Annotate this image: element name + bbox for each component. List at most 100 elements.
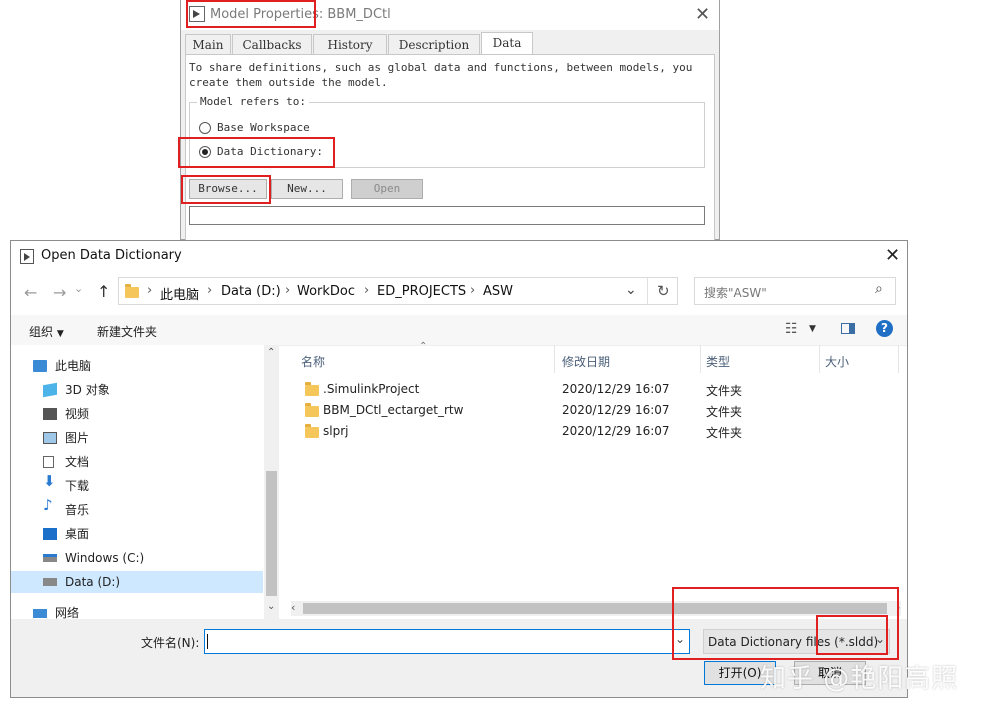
folder-icon (305, 403, 319, 417)
nav-item-3d-objects[interactable]: 3D 对象 (43, 379, 110, 401)
nav-item-documents[interactable]: 文档 (43, 451, 89, 473)
document-icon (43, 456, 54, 468)
column-header-modified[interactable]: 修改日期 (562, 353, 610, 370)
file-modified: 2020/12/29 16:07 (562, 424, 670, 438)
model-properties-dialog: Model Properties: BBM_DCtl ✕ Main Callba… (180, 0, 720, 240)
file-name-input[interactable]: ⌄ (204, 629, 690, 654)
nav-scrollbar-thumb[interactable] (266, 471, 277, 596)
dictionary-path-field[interactable] (189, 206, 705, 225)
view-options-icon[interactable]: ☷ (785, 321, 798, 337)
base-workspace-label: Base Workspace (217, 121, 310, 134)
file-row[interactable]: slprj 2020/12/29 16:07 文件夹 (301, 422, 899, 443)
breadcrumb-separator: › (364, 283, 370, 298)
drive-icon (43, 554, 57, 562)
nav-item-data-d[interactable]: Data (D:) (11, 571, 263, 593)
caret-down-icon[interactable]: ▼ (809, 324, 816, 334)
help-icon[interactable]: ? (876, 320, 893, 337)
caret-down-icon: ▼ (56, 329, 64, 339)
organize-button[interactable]: 组织 ▼ (29, 323, 64, 340)
nav-item-this-pc[interactable]: 此电脑 (33, 355, 91, 377)
music-note-icon: ♪ (43, 496, 53, 514)
tab-history[interactable]: History (313, 34, 387, 54)
address-bar[interactable]: › 此电脑 › Data (D:) › WorkDoc › ED_PROJECT… (118, 277, 678, 305)
description-text: To share definitions, such as global dat… (189, 61, 693, 89)
breadcrumb-separator: › (207, 283, 213, 298)
nav-item-pictures[interactable]: 图片 (43, 427, 89, 449)
file-name: BBM_DCtl_ectarget_rtw (323, 403, 464, 417)
annotation-box-data-dictionary (178, 137, 335, 168)
scroll-down-icon[interactable]: ⌄ (267, 601, 275, 612)
file-type: 文件夹 (706, 384, 743, 398)
breadcrumb-ed-projects[interactable]: ED_PROJECTS (377, 284, 466, 299)
back-arrow-icon[interactable]: ← (24, 283, 37, 302)
picture-icon (43, 432, 57, 444)
column-header-size[interactable]: 大小 (825, 353, 849, 370)
simulink-app-icon (20, 249, 34, 264)
divider (647, 278, 648, 304)
up-arrow-icon[interactable]: ↑ (97, 282, 110, 301)
nav-item-music[interactable]: ♪ 音乐 (43, 496, 89, 521)
command-bar: 组织 ▼ 新建文件夹 ☷ ▼ ? (11, 315, 907, 346)
sort-ascending-icon: ⌃ (419, 341, 428, 352)
nav-item-videos[interactable]: 视频 (43, 403, 89, 425)
search-input[interactable]: 搜索"ASW" (704, 284, 767, 301)
computer-icon (33, 360, 47, 372)
breadcrumb-separator: › (147, 283, 153, 298)
search-icon[interactable]: ⌕ (875, 281, 883, 297)
file-type: 文件夹 (706, 405, 743, 419)
nav-item-downloads[interactable]: ⬇ 下载 (43, 474, 89, 497)
folder-icon (305, 382, 319, 396)
column-divider[interactable] (898, 345, 899, 373)
desktop-icon (43, 528, 57, 540)
close-icon[interactable]: ✕ (695, 4, 710, 25)
base-workspace-radio[interactable] (199, 122, 211, 134)
file-name: .SimulinkProject (323, 382, 420, 396)
search-box[interactable]: 搜索"ASW" ⌕ (694, 277, 896, 305)
chevron-down-icon[interactable]: ⌄ (625, 282, 637, 298)
column-divider[interactable] (819, 345, 820, 373)
group-label: Model refers to: (197, 95, 309, 108)
nav-label: Windows (C:) (65, 551, 145, 565)
cube-icon (43, 382, 57, 398)
file-name: slprj (323, 424, 349, 438)
film-icon (43, 408, 57, 420)
file-row[interactable]: .SimulinkProject 2020/12/29 16:07 文件夹 (301, 380, 899, 401)
breadcrumb-data-d[interactable]: Data (D:) (221, 284, 281, 299)
nav-item-windows-c[interactable]: Windows (C:) (43, 547, 144, 569)
file-type: 文件夹 (706, 426, 743, 440)
tab-callbacks[interactable]: Callbacks (232, 34, 312, 54)
watermark: 知乎 @艳阳高照 (760, 664, 959, 694)
scroll-left-icon[interactable]: ‹ (291, 601, 295, 614)
tab-description[interactable]: Description (388, 34, 480, 54)
dialog-title: Open Data Dictionary (41, 248, 182, 263)
file-modified: 2020/12/29 16:07 (562, 403, 670, 417)
annotation-box-title (186, 0, 316, 28)
breadcrumb-separator: › (285, 283, 291, 298)
tab-main[interactable]: Main (185, 34, 231, 54)
refresh-icon[interactable]: ↻ (657, 282, 670, 300)
breadcrumb-asw[interactable]: ASW (483, 284, 513, 299)
file-row[interactable]: BBM_DCtl_ectarget_rtw 2020/12/29 16:07 文… (301, 401, 899, 422)
forward-arrow-icon[interactable]: → (53, 283, 66, 302)
nav-item-desktop[interactable]: 桌面 (43, 523, 89, 545)
preview-pane-icon[interactable] (841, 323, 855, 334)
new-folder-button[interactable]: 新建文件夹 (97, 323, 157, 340)
scroll-up-icon[interactable]: ⌃ (267, 347, 275, 358)
breadcrumb-workdoc[interactable]: WorkDoc (297, 284, 355, 299)
folder-icon (125, 284, 139, 298)
breadcrumb-this-pc[interactable]: 此电脑 (160, 284, 199, 303)
column-header-name[interactable]: 名称 (301, 353, 325, 370)
close-icon[interactable]: ✕ (885, 245, 900, 266)
tab-data[interactable]: Data (481, 32, 533, 54)
column-header-type[interactable]: 类型 (706, 353, 730, 370)
organize-label: 组织 (29, 325, 54, 339)
recent-chevron-icon[interactable]: ⌄ (74, 282, 83, 295)
open-button: Open (351, 179, 423, 199)
column-divider[interactable] (700, 345, 701, 373)
new-button[interactable]: New... (271, 179, 343, 199)
drive-icon (43, 578, 57, 586)
network-icon (33, 609, 47, 618)
column-divider[interactable] (554, 345, 555, 373)
breadcrumb-separator: › (470, 283, 476, 298)
file-modified: 2020/12/29 16:07 (562, 382, 670, 396)
